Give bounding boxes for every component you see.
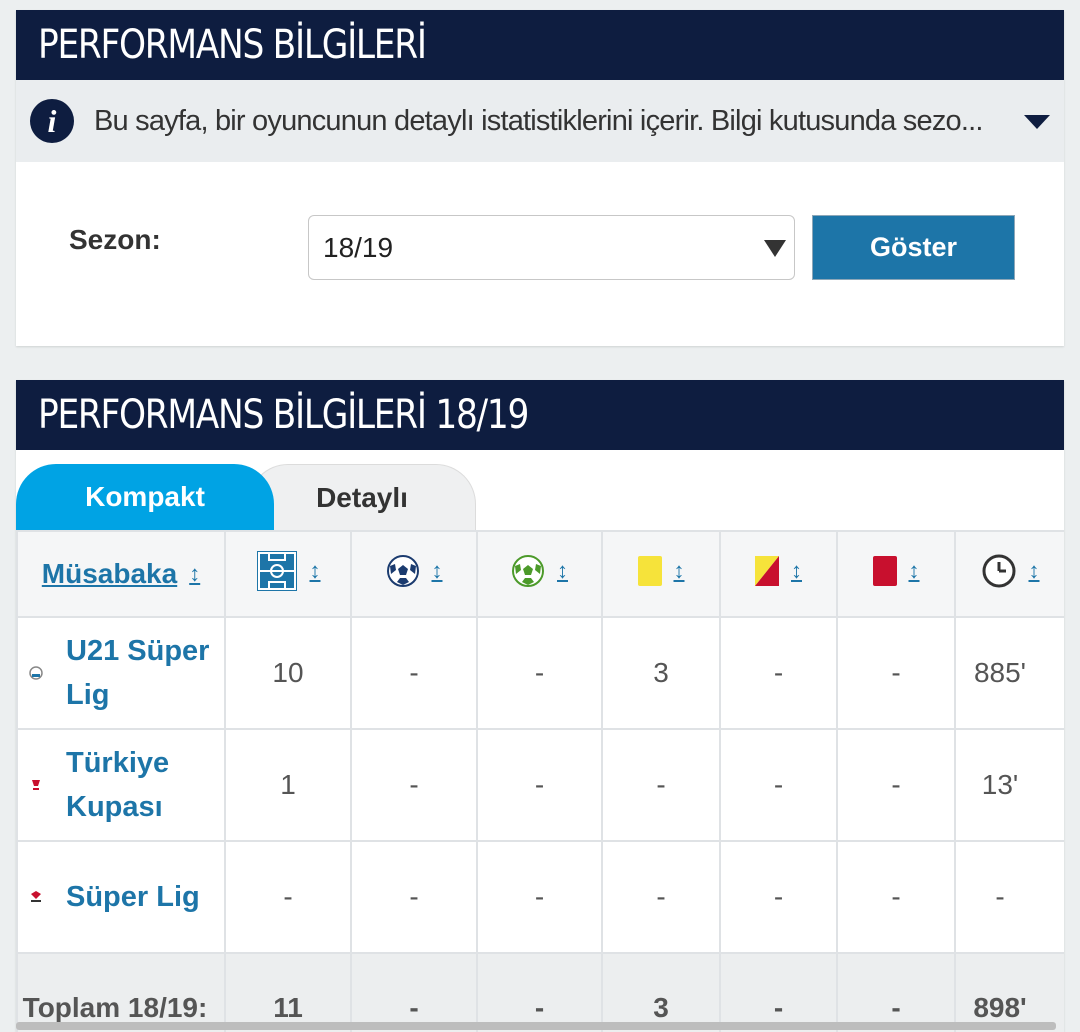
total-yellow-red-cards: - <box>719 952 838 1032</box>
column-header-assists[interactable]: ↕ <box>476 530 603 618</box>
appearances-cell[interactable]: 10 <box>224 616 352 730</box>
total-yellow-cards: 3 <box>601 952 721 1032</box>
competition-cell: Türkiye Kupası <box>16 728 226 842</box>
yellow-red-cards-cell: - <box>719 728 838 842</box>
yellow-card-icon <box>637 555 662 586</box>
assist-ball-icon <box>512 554 544 587</box>
sort-icon[interactable]: ↕ <box>189 561 200 587</box>
red-cards-cell: - <box>836 840 956 954</box>
performance-panel: PERFORMANS BİLGİLERİ 18/19 Kompakt Detay… <box>16 380 1064 1032</box>
competition-cell: U21 Süper Lig <box>16 616 226 730</box>
red-cards-cell: - <box>836 728 956 842</box>
yellow-red-cards-cell: - <box>719 616 838 730</box>
performance-title: PERFORMANS BİLGİLERİ 18/19 <box>38 392 529 438</box>
show-button[interactable]: Göster <box>812 215 1015 280</box>
total-assists: - <box>476 952 603 1032</box>
yellow-cards-cell: - <box>601 840 721 954</box>
column-header-goals[interactable]: ↕ <box>350 530 478 618</box>
column-header-competition[interactable]: Müsabaka ↕ <box>16 530 226 618</box>
total-appearances: 11 <box>224 952 352 1032</box>
table-header-row: Müsabaka ↕ ↕ ↕ ↕ ↕ ↕ ↕ ↕ <box>16 530 1064 618</box>
red-card-icon <box>872 555 897 586</box>
competition-logo <box>26 775 46 795</box>
competition-header-label[interactable]: Müsabaka <box>42 558 177 590</box>
pitch-icon <box>256 550 297 591</box>
performance-table: Müsabaka ↕ ↕ ↕ ↕ ↕ ↕ ↕ ↕ U21 Süper Lig 1… <box>16 530 1064 1032</box>
competition-cell: Süper Lig <box>16 840 226 954</box>
season-panel: PERFORMANS BİLGİLERİ i Bu sayfa, bir oyu… <box>16 10 1064 346</box>
goals-cell: - <box>350 728 478 842</box>
sort-icon[interactable]: ↕ <box>432 558 443 584</box>
minutes-cell: - <box>954 840 1064 954</box>
column-header-minutes[interactable]: ↕ <box>954 530 1064 618</box>
table-row: Türkiye Kupası 1 - - - - - 13' <box>16 728 1064 842</box>
sort-icon[interactable]: ↕ <box>674 558 685 584</box>
column-header-red-cards[interactable]: ↕ <box>836 530 956 618</box>
tab-compact[interactable]: Kompakt <box>16 464 274 530</box>
total-label: Toplam 18/19: <box>16 952 226 1032</box>
table-row: U21 Süper Lig 10 - - 3 - - 885' <box>16 616 1064 730</box>
sort-icon[interactable]: ↕ <box>1029 558 1040 584</box>
season-select-value: 18/19 <box>323 231 394 263</box>
column-header-yellow-red-cards[interactable]: ↕ <box>719 530 838 618</box>
tab-detailed[interactable]: Detaylı <box>248 464 476 530</box>
assists-cell: - <box>476 616 603 730</box>
total-row: Toplam 18/19: 11 - - 3 - - 898' <box>16 952 1064 1032</box>
appearances-cell[interactable]: - <box>224 840 352 954</box>
info-bar[interactable]: i Bu sayfa, bir oyuncunun detaylı istati… <box>16 80 1064 162</box>
yellow-cards-cell: - <box>601 728 721 842</box>
season-label: Sezon: <box>69 224 161 255</box>
total-minutes: 898' <box>954 952 1064 1032</box>
sort-icon[interactable]: ↕ <box>791 558 802 584</box>
goal-ball-icon <box>386 554 419 587</box>
goals-cell: - <box>350 840 478 954</box>
yellow-cards-cell: 3 <box>601 616 721 730</box>
season-select[interactable]: 18/19 <box>308 215 795 280</box>
season-panel-header: PERFORMANS BİLGİLERİ <box>16 10 1064 80</box>
competition-logo <box>26 663 46 683</box>
minutes-cell: 885' <box>954 616 1064 730</box>
yellow-red-cards-cell: - <box>719 840 838 954</box>
chevron-down-icon[interactable] <box>1024 115 1050 129</box>
dropdown-arrow-icon <box>764 240 786 257</box>
table-row: Süper Lig - - - - - - - <box>16 840 1064 954</box>
clock-icon <box>982 554 1015 587</box>
sort-icon[interactable]: ↕ <box>557 558 568 584</box>
sort-icon[interactable]: ↕ <box>310 558 321 584</box>
appearances-cell[interactable]: 1 <box>224 728 352 842</box>
competition-link[interactable]: Süper Lig <box>66 875 200 919</box>
sort-icon[interactable]: ↕ <box>909 558 920 584</box>
total-goals: - <box>350 952 478 1032</box>
assists-cell: - <box>476 840 603 954</box>
column-header-appearances[interactable]: ↕ <box>224 530 352 618</box>
info-text: Bu sayfa, bir oyuncunun detaylı istatist… <box>94 104 983 137</box>
column-header-yellow-cards[interactable]: ↕ <box>601 530 721 618</box>
assists-cell: - <box>476 728 603 842</box>
total-red-cards: - <box>836 952 956 1032</box>
horizontal-scrollbar[interactable] <box>16 1022 1056 1030</box>
page-title: PERFORMANS BİLGİLERİ <box>38 22 427 68</box>
competition-link[interactable]: Türkiye Kupası <box>66 741 224 829</box>
info-icon: i <box>30 99 74 143</box>
red-cards-cell: - <box>836 616 956 730</box>
yellow-red-card-icon <box>755 555 779 586</box>
competition-link[interactable]: U21 Süper Lig <box>66 629 224 717</box>
goals-cell: - <box>350 616 478 730</box>
minutes-cell: 13' <box>954 728 1064 842</box>
competition-logo <box>26 887 46 907</box>
performance-panel-header: PERFORMANS BİLGİLERİ 18/19 <box>16 380 1064 450</box>
